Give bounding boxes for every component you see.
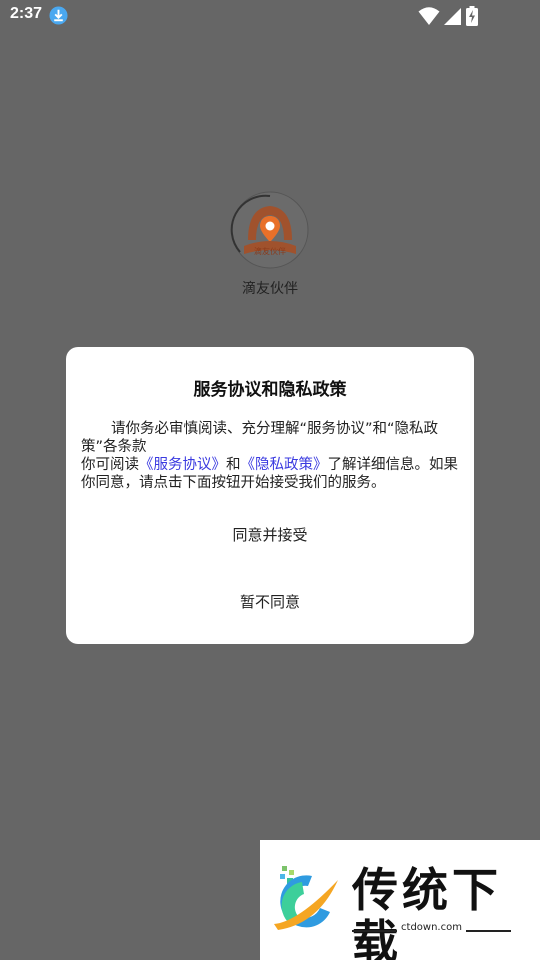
disagree-button[interactable]: 暂不同意 <box>66 591 474 612</box>
watermark-domain: ctdown.com <box>401 922 462 933</box>
agreement-dialog: 服务协议和隐私政策 请你务必审慎阅读、充分理解“服务协议”和“隐私政策”各条款 … <box>66 347 474 644</box>
watermark-divider-left <box>352 930 397 932</box>
agree-button[interactable]: 同意并接受 <box>66 524 474 545</box>
body-prefix-text: 你可阅读 <box>81 457 139 473</box>
watermark-name: 传统下载 <box>352 863 502 960</box>
dialog-title: 服务协议和隐私政策 <box>193 380 347 400</box>
signal-icon <box>444 8 461 25</box>
watermark-logo-icon <box>274 866 338 930</box>
app-name: 滴友伙伴 <box>242 281 298 297</box>
status-time: 2:37 <box>10 5 43 22</box>
battery-charging-icon <box>466 6 478 26</box>
status-bar: 2:37 <box>0 0 540 32</box>
body-intro-text: 请你务必审慎阅读、充分理解“服务协议”和“隐私政策”各条款 <box>81 421 439 455</box>
service-agreement-link[interactable]: 《服务协议》 <box>139 457 226 473</box>
logo-text: 滴友伙伴 <box>254 246 286 256</box>
privacy-policy-link[interactable]: 《隐私政策》 <box>241 457 328 473</box>
dialog-body: 请你务必审慎阅读、充分理解“服务协议”和“隐私政策”各条款 你可阅读《服务协议》… <box>81 420 461 492</box>
wifi-icon <box>418 7 440 25</box>
app-logo-icon: 滴友伙伴 <box>230 191 309 269</box>
app-screen: 2:37 滴友伙伴 滴友伙伴 服务协议和隐私政策 请你务必审慎阅读、充分理解“服… <box>0 0 540 960</box>
watermark-divider-right <box>466 930 511 932</box>
body-and-text: 和 <box>226 457 241 473</box>
download-icon <box>49 6 68 25</box>
site-watermark: 传统下载 ctdown.com <box>260 840 540 960</box>
